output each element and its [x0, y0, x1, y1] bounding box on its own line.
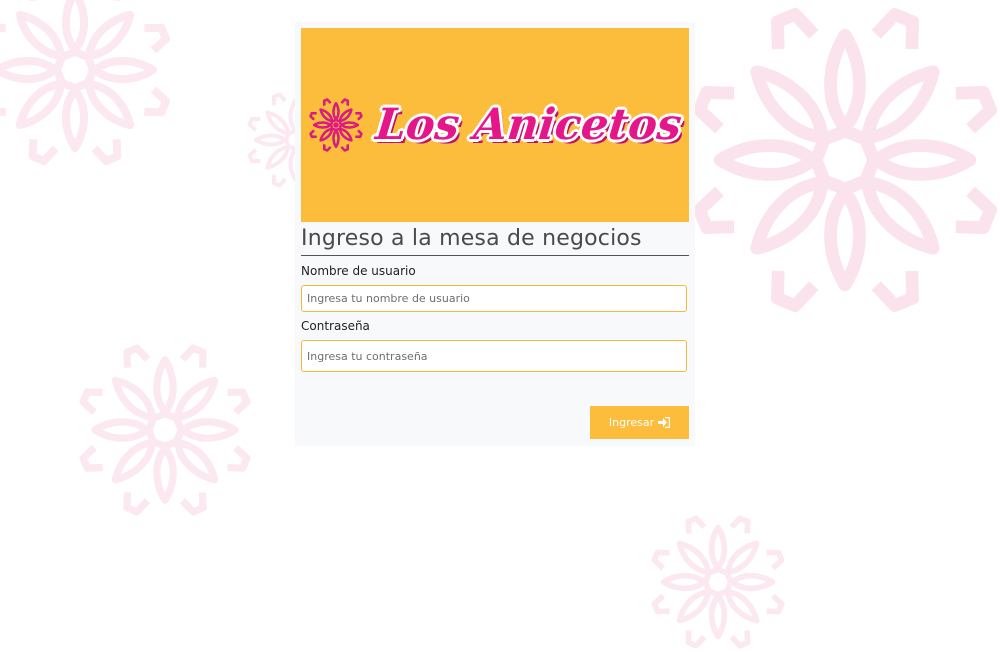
password-input[interactable] — [301, 340, 687, 372]
brand-banner: Los Anicetos — [301, 28, 689, 222]
username-input[interactable] — [301, 285, 687, 312]
brand-logo: Los Anicetos — [308, 97, 684, 153]
page-title: Ingreso a la mesa de negocios — [301, 226, 689, 256]
flower-icon — [0, 0, 175, 170]
submit-label: Ingresar — [608, 416, 655, 429]
submit-button[interactable]: Ingresar — [590, 406, 689, 439]
password-label: Contraseña — [301, 319, 370, 333]
sign-in-icon — [658, 417, 671, 428]
flower-icon — [75, 340, 255, 520]
flower-icon — [308, 97, 364, 153]
flower-icon — [648, 512, 788, 652]
flower-icon — [685, 0, 1000, 330]
username-label: Nombre de usuario — [301, 264, 416, 278]
brand-name: Los Anicetos — [373, 100, 685, 150]
login-card: Los Anicetos Ingreso a la mesa de negoci… — [295, 22, 695, 446]
